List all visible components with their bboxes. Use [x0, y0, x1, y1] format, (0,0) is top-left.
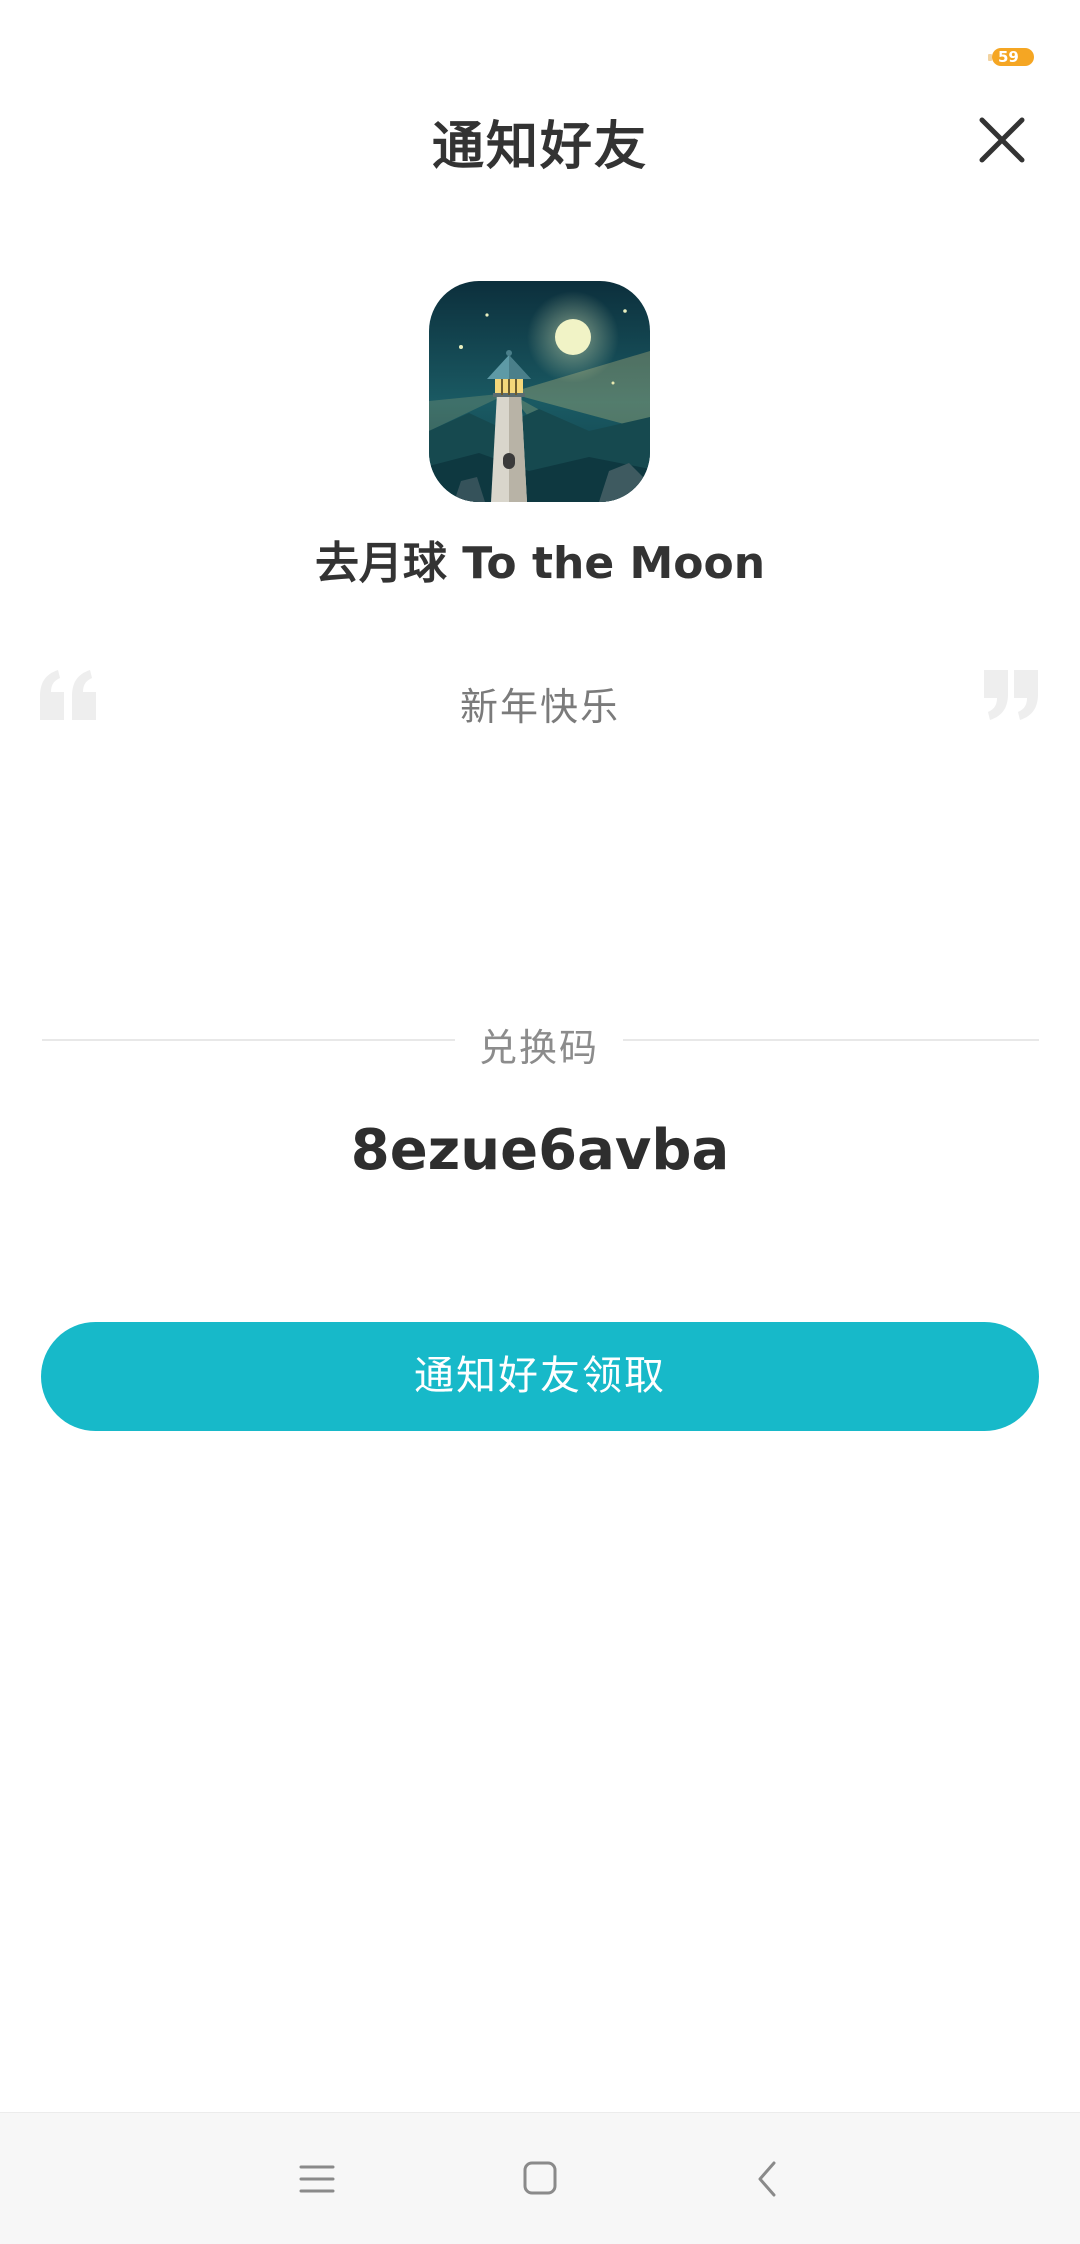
- lighthouse-app-icon: [429, 281, 650, 502]
- back-icon: [758, 2161, 776, 2197]
- divider-right: [623, 1039, 1039, 1041]
- home-icon: [523, 2161, 557, 2195]
- nav-home-button[interactable]: [510, 2153, 570, 2205]
- quote-close-icon: [982, 670, 1040, 724]
- close-icon: [979, 117, 1025, 163]
- redeem-code-value: 8ezue6avba: [350, 1118, 730, 1183]
- nav-menu-button[interactable]: [287, 2153, 347, 2205]
- redeem-code-label: 兑换码: [478, 1026, 599, 1070]
- battery-icon: 59: [992, 48, 1034, 66]
- navigation-bar: [0, 2112, 1080, 2244]
- battery-level: 59: [998, 48, 1019, 66]
- close-button[interactable]: [974, 112, 1030, 168]
- nav-back-button[interactable]: [738, 2153, 798, 2205]
- divider-left: [42, 1039, 455, 1041]
- app-icon: [429, 281, 650, 502]
- notify-friend-claim-button[interactable]: 通知好友领取: [41, 1322, 1039, 1431]
- menu-icon: [299, 2165, 335, 2193]
- notify-friend-screen: 59 通知好友 去月球 To the Moon 新年快乐 兑换码 8ezue6a…: [0, 0, 1080, 2244]
- page-title: 通知好友: [431, 117, 648, 177]
- app-name: 去月球 To the Moon: [314, 538, 766, 589]
- gift-message: 新年快乐: [459, 685, 620, 729]
